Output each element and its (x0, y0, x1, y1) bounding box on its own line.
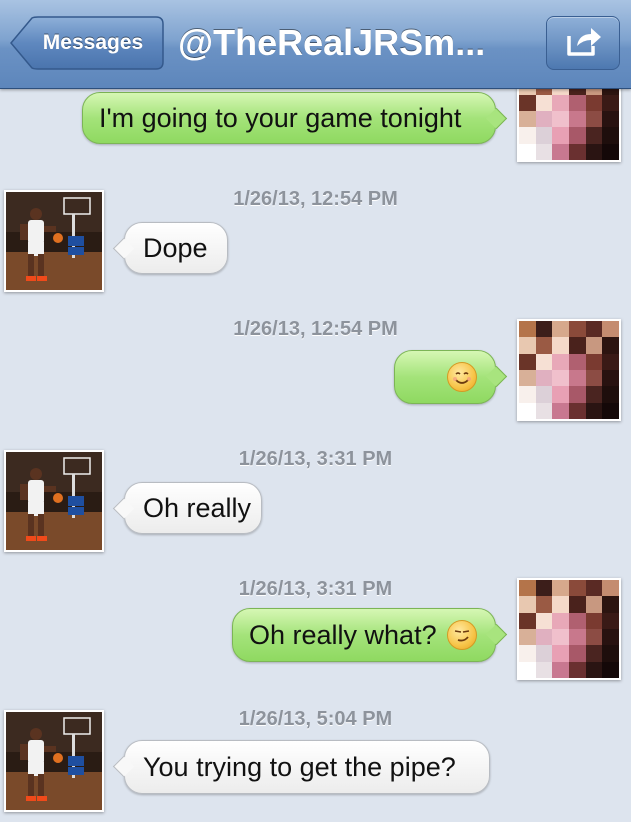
smiling-face-emoji (447, 362, 477, 392)
sender-avatar (4, 710, 104, 812)
message-text: You trying to get the pipe? (143, 751, 456, 782)
conversation-title: @TheRealJRSm... (178, 22, 486, 63)
share-button[interactable] (546, 16, 620, 70)
messages-back-button[interactable]: Messages (10, 16, 164, 70)
outgoing-message-bubble[interactable] (394, 350, 496, 404)
my-avatar (517, 578, 621, 680)
message-text: Oh really (143, 492, 252, 523)
message-text: Dope (143, 232, 208, 263)
message-text: Oh really what? (249, 619, 437, 650)
share-icon (563, 24, 603, 63)
back-button-label: Messages (42, 31, 144, 54)
incoming-message-bubble[interactable]: Dope (124, 222, 228, 274)
message-thread: I'm going to your game tonight 1/26/13, … (0, 0, 631, 822)
smirking-face-emoji (446, 620, 477, 650)
outgoing-message-bubble[interactable]: Oh really what? (232, 608, 496, 662)
outgoing-message-bubble[interactable]: I'm going to your game tonight (82, 92, 496, 144)
my-avatar (517, 319, 621, 421)
navigation-bar: Messages @TheRealJRSm... (0, 0, 631, 89)
message-text: I'm going to your game tonight (99, 102, 462, 133)
incoming-message-bubble[interactable]: Oh really (124, 482, 262, 534)
sender-avatar (4, 190, 104, 292)
sender-avatar (4, 450, 104, 552)
incoming-message-bubble[interactable]: You trying to get the pipe? (124, 740, 490, 794)
